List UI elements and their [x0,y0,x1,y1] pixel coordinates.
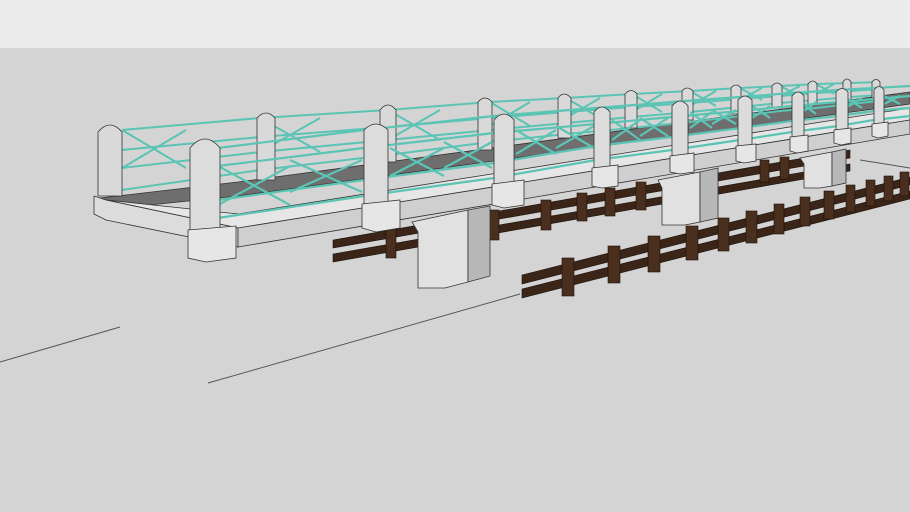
3d-viewport[interactable] [0,0,910,512]
bridge-model [0,78,910,384]
